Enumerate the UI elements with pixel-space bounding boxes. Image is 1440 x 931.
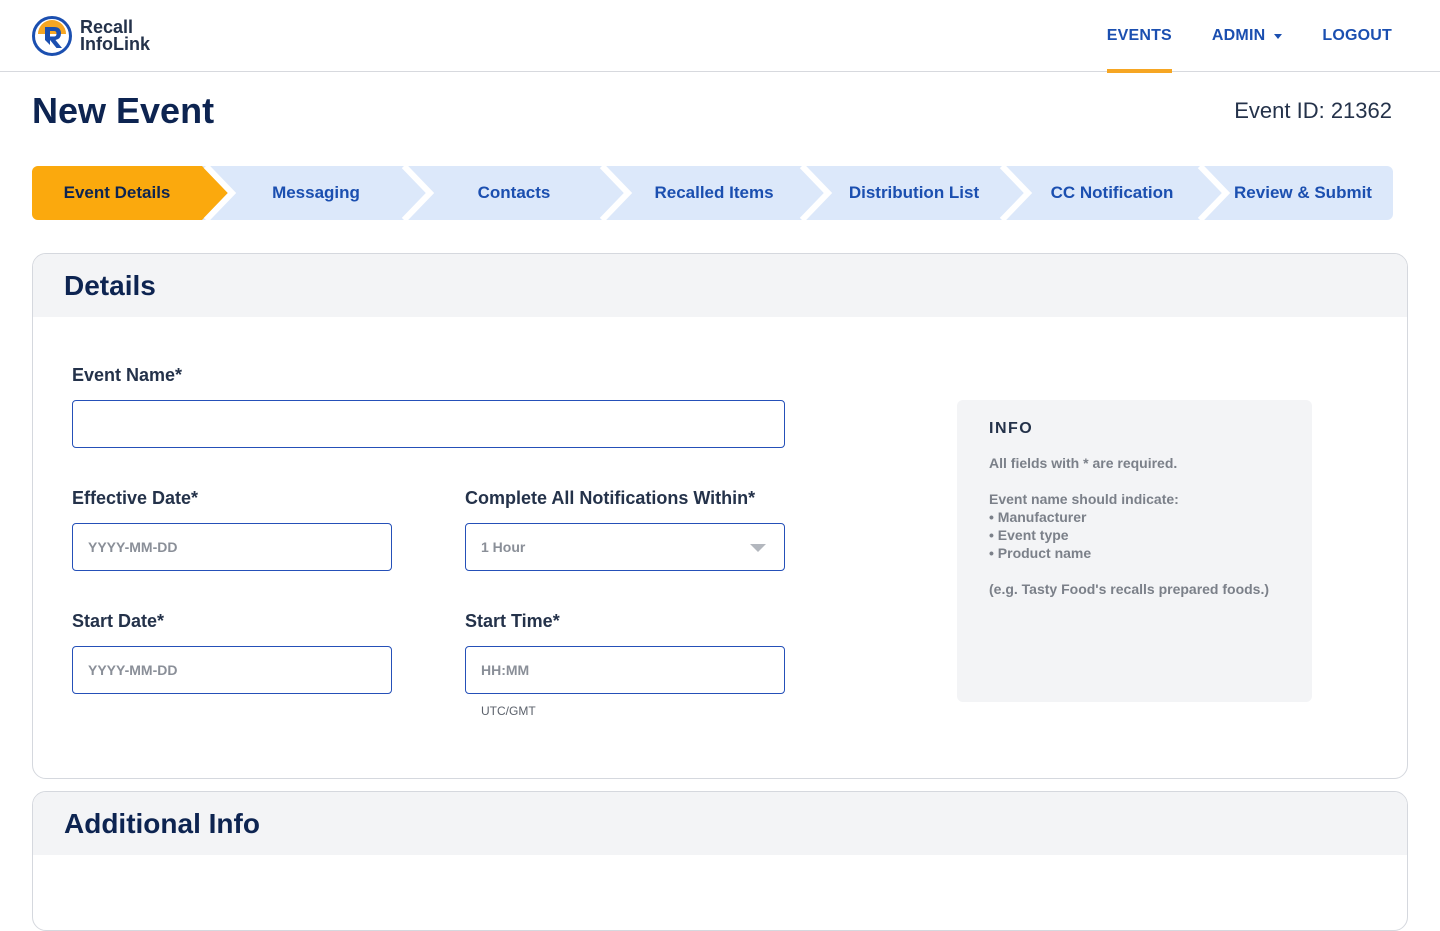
recall-logo-icon xyxy=(32,16,72,56)
info-title: INFO xyxy=(989,420,1034,437)
info-bullet: • Event type xyxy=(989,527,1069,543)
nav-logout[interactable]: LOGOUT xyxy=(1322,0,1392,72)
step-review-submit[interactable]: Review & Submit xyxy=(1216,166,1390,220)
start-date-label: Start Date* xyxy=(72,611,165,631)
nav-admin[interactable]: ADMIN xyxy=(1211,0,1283,72)
details-heading: Details xyxy=(33,254,1407,317)
complete-within-value: 1 Hour xyxy=(481,539,526,555)
info-bullet: • Product name xyxy=(989,545,1092,561)
top-navigation-bar: Recall InfoLink EVENTS ADMIN LOGOUT xyxy=(0,0,1440,73)
start-time-input[interactable] xyxy=(481,647,784,693)
logo-text: Recall InfoLink xyxy=(80,18,150,54)
logo-line-2: InfoLink xyxy=(80,34,150,54)
start-date-field[interactable] xyxy=(72,646,392,694)
info-bullet: • Manufacturer xyxy=(989,509,1087,525)
step-recalled-items[interactable]: Recalled Items xyxy=(616,166,812,220)
start-time-field[interactable] xyxy=(465,646,785,694)
chevron-down-icon xyxy=(750,544,766,552)
chevron-down-icon xyxy=(1274,33,1283,39)
step-contacts[interactable]: Contacts xyxy=(418,166,610,220)
nav-events[interactable]: EVENTS xyxy=(1106,0,1173,73)
complete-within-label: Complete All Notifications Within* xyxy=(465,488,756,508)
start-date-input[interactable] xyxy=(88,647,391,693)
progress-stepper: Event Details Messaging Contacts Recalle… xyxy=(32,166,1393,220)
info-panel: INFO All fields with * are required. Eve… xyxy=(957,400,1312,702)
step-messaging[interactable]: Messaging xyxy=(220,166,412,220)
additional-info-card: Additional Info xyxy=(32,791,1408,931)
start-time-label: Start Time* xyxy=(465,611,560,631)
effective-date-label: Effective Date* xyxy=(72,488,199,508)
event-name-label: Event Name* xyxy=(72,365,183,385)
details-card: Details Event Name* Effective Date* Comp… xyxy=(32,253,1408,779)
timezone-hint: UTC/GMT xyxy=(481,704,536,718)
info-indicate: Event name should indicate: xyxy=(989,491,1179,507)
effective-date-input[interactable] xyxy=(88,524,391,570)
event-name-input[interactable] xyxy=(88,401,784,447)
info-example: (e.g. Tasty Food's recalls prepared food… xyxy=(989,581,1270,597)
step-cc-notification[interactable]: CC Notification xyxy=(1016,166,1208,220)
main-nav: EVENTS ADMIN LOGOUT xyxy=(1067,0,1392,73)
info-required-note: All fields with * are required. xyxy=(989,455,1178,471)
effective-date-field[interactable] xyxy=(72,523,392,571)
event-name-field[interactable] xyxy=(72,400,785,448)
event-id: Event ID: 21362 xyxy=(1234,98,1392,123)
nav-logout-label: LOGOUT xyxy=(1322,27,1392,44)
logo[interactable]: Recall InfoLink xyxy=(32,16,150,56)
page-title: New Event xyxy=(32,90,215,131)
step-distribution-list[interactable]: Distribution List xyxy=(816,166,1012,220)
step-event-details[interactable]: Event Details xyxy=(32,166,202,220)
nav-events-label: EVENTS xyxy=(1106,27,1172,44)
additional-info-heading: Additional Info xyxy=(33,792,1407,855)
complete-within-select[interactable]: 1 Hour xyxy=(465,523,785,571)
nav-admin-label: ADMIN xyxy=(1211,27,1266,44)
